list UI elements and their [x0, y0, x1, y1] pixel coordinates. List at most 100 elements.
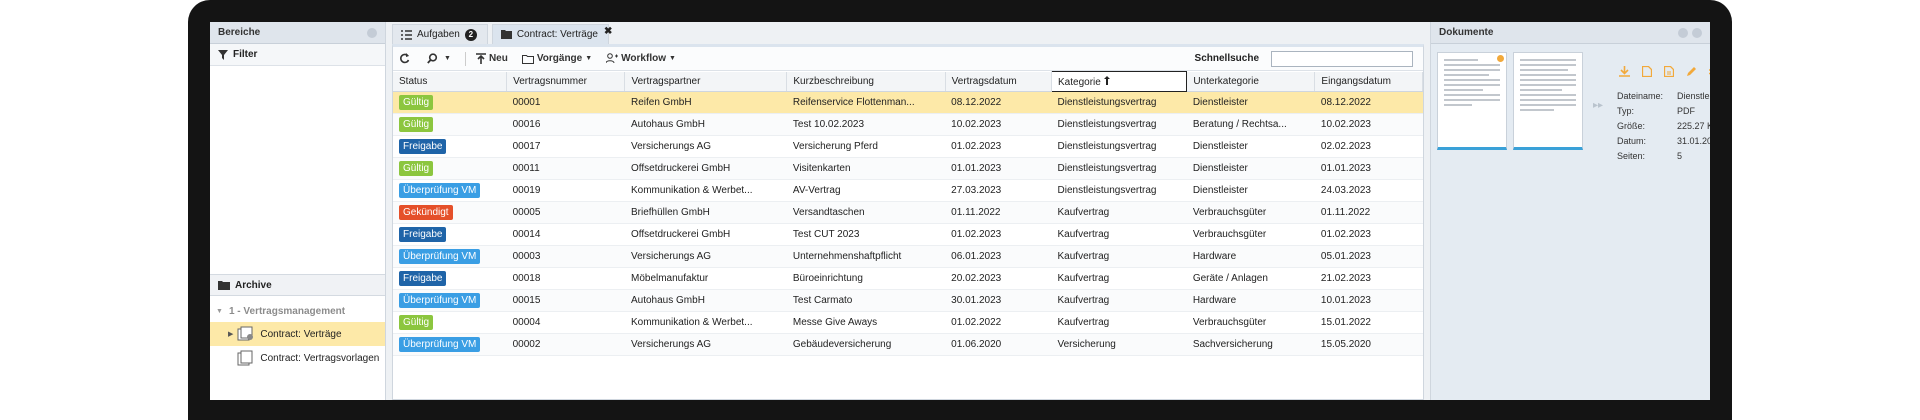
short-description-cell: Test Carmato	[786, 289, 946, 312]
table-row[interactable]: Überprüfung VM 00015 Autohaus GmbH Test Car…	[393, 289, 1423, 312]
contract-partner-cell: Offsetdruckerei GmbH	[624, 223, 787, 246]
receipt-date-cell: 08.12.2022	[1314, 91, 1423, 114]
table-row[interactable]: Überprüfung VM 00003 Versicherungs AG Unter…	[393, 245, 1423, 268]
archive-label: Archive	[235, 279, 272, 291]
document-thumbnail[interactable]	[1513, 52, 1583, 150]
refresh-button[interactable]	[399, 53, 413, 64]
tab-contract-vertraege[interactable]: Contract: Verträge	[491, 24, 609, 44]
quicksearch-input[interactable]	[1271, 50, 1413, 67]
tree-item-contract-vertragsvorlagen[interactable]: ▶ Contract: Vertragsvorlagen	[210, 346, 385, 370]
column-header-vertragsnummer[interactable]: Vertragsnummer	[506, 71, 626, 92]
tree-node-vertragsmanagement[interactable]: ▼ 1 - Vertragsmanagement	[210, 300, 385, 322]
status-badge: Freigabe	[399, 139, 447, 154]
metadata-row: Dateiname: Dienstleistungsvertrag.pdf	[1617, 88, 1710, 103]
panel-collapse-icon[interactable]	[367, 27, 377, 38]
expand-down-icon: ▼	[216, 307, 223, 315]
tab-aufgaben[interactable]: Aufgaben 2	[392, 24, 488, 44]
workflow-button[interactable]: Workflow ▼	[606, 53, 676, 64]
status-dot-icon	[1497, 55, 1504, 62]
category-cell: Kaufvertrag	[1051, 223, 1187, 246]
contract-number-cell: 00004	[506, 311, 625, 334]
grid-toolbar: ▼ Neu Vorgänge ▼ Workflow ▼ Schnellsuche	[393, 47, 1423, 71]
metadata-value: 5	[1677, 150, 1683, 161]
open-document-icon[interactable]	[1642, 66, 1652, 77]
column-header-vertragsdatum[interactable]: Vertragsdatum	[945, 71, 1053, 92]
expand-right-icon: ▶	[228, 331, 234, 338]
contract-partner-cell: Reifen GmbH	[624, 91, 787, 114]
tab-label: Contract: Verträge	[516, 29, 598, 40]
contract-date-cell: 01.01.2023	[945, 157, 1052, 180]
status-badge: Gültig	[399, 117, 434, 132]
status-badge: Überprüfung VM	[399, 337, 481, 352]
table-row[interactable]: Gültig 00001 Reifen GmbH Reifenservice Flot…	[393, 91, 1423, 114]
chevron-down-icon: ▼	[444, 55, 451, 62]
table-row[interactable]: Gültig 00011 Offsetdruckerei GmbH Visitenka…	[393, 157, 1423, 180]
status-badge: Gültig	[399, 315, 434, 330]
quicksearch-label: Schnellsuche	[1194, 53, 1259, 64]
category-cell: Kaufvertrag	[1051, 289, 1187, 312]
receipt-date-cell: 10.01.2023	[1314, 289, 1423, 312]
category-cell: Kaufvertrag	[1051, 201, 1187, 224]
download-icon[interactable]	[1619, 66, 1630, 77]
search-menu-button[interactable]: ▼	[427, 53, 451, 64]
column-header-vertragspartner[interactable]: Vertragspartner	[624, 71, 788, 92]
column-header-unterkategorie[interactable]: Unterkategorie	[1186, 71, 1316, 92]
metadata-key: Seiten:	[1617, 150, 1646, 161]
tree-item-contract-vertraege[interactable]: ▶ Contract: Verträge	[210, 322, 385, 346]
column-header-kurzbeschreibung[interactable]: Kurzbeschreibung	[786, 71, 946, 92]
subcategory-cell: Dienstleister	[1186, 135, 1315, 158]
new-button[interactable]: Neu	[475, 53, 508, 64]
contract-date-cell: 01.11.2022	[945, 201, 1052, 224]
documents-title: Dokumente	[1439, 27, 1494, 38]
document-actions	[1619, 66, 1710, 77]
table-row[interactable]: Gültig 00016 Autohaus GmbH Test 10.02.2023 1…	[393, 113, 1423, 136]
table-row[interactable]: Gültig 00004 Kommunikation & Werbet... Mess…	[393, 311, 1423, 334]
category-cell: Dienstleistungsvertrag	[1051, 91, 1187, 114]
column-header-eingangsdatum[interactable]: Eingangsdatum	[1314, 71, 1423, 92]
document-thumbnail[interactable]	[1437, 52, 1507, 150]
status-badge: Freigabe	[399, 271, 447, 286]
short-description-cell: Unternehmenshaftpflicht	[786, 245, 946, 268]
status-badge: Freigabe	[399, 227, 447, 242]
sort-ascending-icon	[1103, 75, 1110, 85]
table-row[interactable]: Überprüfung VM 00019 Kommunikation & Werbe…	[393, 179, 1423, 202]
table-row[interactable]: Freigabe 00018 Möbelmanufaktur Büroeinricht…	[393, 267, 1423, 290]
table-row[interactable]: Freigabe 00014 Offsetdruckerei GmbH Test CU…	[393, 223, 1423, 246]
folder-icon	[218, 281, 230, 290]
status-badge: Gekündigt	[399, 205, 453, 220]
contract-number-cell: 00018	[506, 267, 625, 290]
status-badge: Gültig	[399, 95, 434, 110]
vorgaenge-button[interactable]: Vorgänge ▼	[521, 53, 592, 64]
receipt-date-cell: 15.05.2020	[1314, 333, 1423, 356]
filter-bar[interactable]: Filter	[210, 44, 385, 66]
contract-date-cell: 01.06.2020	[945, 333, 1052, 356]
table-row[interactable]: Freigabe 00017 Versicherungs AG Versicherun…	[393, 135, 1423, 158]
close-tab-icon[interactable]: ✖	[604, 26, 612, 37]
category-cell: Dienstleistungsvertrag	[1051, 157, 1187, 180]
documents-panel: Dokumente ▸▸ Dateiname: Dienstleistungsve…	[1430, 22, 1710, 400]
receipt-date-cell: 05.01.2023	[1314, 245, 1423, 268]
subcategory-cell: Dienstleister	[1186, 179, 1315, 202]
tree-item-label: Contract: Vertragsvorlagen	[260, 352, 380, 364]
subcategory-cell: Hardware	[1186, 289, 1315, 312]
contract-number-cell: 00003	[506, 245, 625, 268]
short-description-cell: Reifenservice Flottenman...	[786, 91, 946, 114]
table-row[interactable]: Überprüfung VM 00002 Versicherungs AG Gebäu…	[393, 333, 1423, 356]
subcategory-cell: Sachversicherung	[1186, 333, 1315, 356]
panel-collapse-icon[interactable]	[1692, 27, 1702, 38]
subcategory-cell: Verbrauchsgüter	[1186, 223, 1315, 246]
panel-settings-icon[interactable]	[1678, 27, 1688, 38]
contract-partner-cell: Autohaus GmbH	[624, 113, 787, 136]
column-header-status[interactable]: Status	[393, 71, 508, 92]
status-cell: Überprüfung VM	[393, 333, 507, 356]
column-header-kategorie[interactable]: Kategorie	[1050, 71, 1188, 92]
documents-panel-header: Dokumente	[1431, 22, 1710, 44]
document-info-icon[interactable]	[1664, 66, 1674, 77]
status-badge: Überprüfung VM	[399, 293, 481, 308]
metadata-key: Dateiname:	[1617, 90, 1664, 101]
hashtag-icon[interactable]	[1709, 66, 1710, 77]
archive-bar[interactable]: Archive	[210, 274, 385, 296]
table-row[interactable]: Gekündigt 00005 Briefhüllen GmbH Versandtas…	[393, 201, 1423, 224]
expand-preview-icon[interactable]: ▸▸	[1593, 100, 1603, 111]
edit-pencil-icon[interactable]	[1686, 66, 1697, 77]
